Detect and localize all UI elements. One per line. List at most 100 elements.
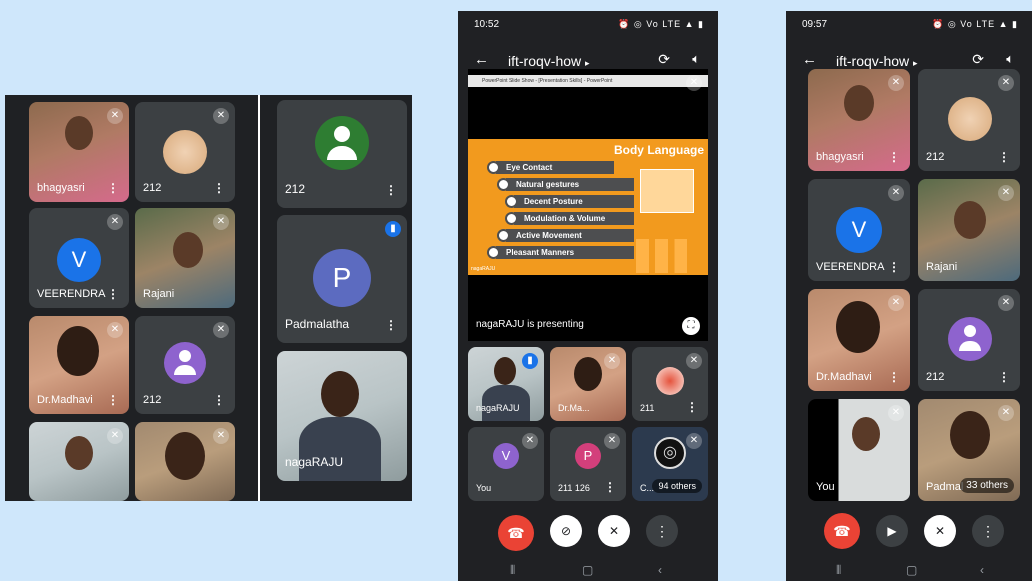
slide-item: Pleasant Manners bbox=[487, 246, 634, 259]
participant-tile[interactable]: nagaRAJU ▮ bbox=[468, 347, 544, 421]
presentation-view[interactable]: PowerPoint Slide Show - [Presentation Sk… bbox=[468, 69, 708, 341]
switch-camera-icon[interactable]: ⟳ bbox=[658, 51, 670, 68]
more-vert-icon: ⋮ bbox=[981, 523, 995, 539]
participant-avatar: V bbox=[57, 238, 101, 282]
bullet-icon bbox=[497, 229, 510, 242]
participant-tile[interactable]: 212 ⋮ ✕ bbox=[918, 289, 1020, 391]
speaker-icon[interactable]: 🔈︎ bbox=[692, 51, 700, 67]
more-vert-icon[interactable]: ⋮ bbox=[686, 401, 698, 413]
participant-photo bbox=[852, 417, 880, 451]
participant-tile[interactable]: P 211 126 ⋮ ✕ bbox=[550, 427, 626, 501]
back-arrow-icon[interactable]: ← bbox=[802, 51, 817, 68]
participant-tile[interactable]: 211 ⋮ ✕ bbox=[632, 347, 708, 421]
phone-screen-2: 09:57 ⏰ ◎ Vo LTE ▲ ▮ ← ift-roqv-how ▸ ⟳ … bbox=[786, 11, 1032, 581]
home-icon[interactable]: ▢ bbox=[582, 563, 593, 577]
nav-back-icon[interactable]: ‹ bbox=[980, 563, 984, 577]
participant-tile[interactable]: Padmal 33 others ✕ bbox=[918, 399, 1020, 501]
mic-off-button[interactable]: ✕ bbox=[924, 515, 956, 547]
fullscreen-icon[interactable]: ⛶ bbox=[682, 317, 700, 335]
participant-name: bhagyasri bbox=[816, 151, 864, 163]
others-count[interactable]: 94 others bbox=[652, 479, 702, 493]
participant-tile[interactable]: bhagyasri ⋮ ✕ bbox=[29, 102, 129, 202]
more-vert-icon[interactable]: ⋮ bbox=[385, 319, 397, 331]
participant-photo bbox=[844, 85, 874, 121]
more-vert-icon[interactable]: ⋮ bbox=[107, 394, 119, 406]
participant-name: Padmal bbox=[926, 481, 964, 493]
participant-photo bbox=[950, 411, 990, 459]
participant-tile[interactable]: ✕ bbox=[29, 422, 129, 501]
back-arrow-icon[interactable]: ← bbox=[474, 51, 489, 68]
more-vert-icon[interactable]: ⋮ bbox=[604, 481, 616, 493]
more-vert-icon[interactable]: ⋮ bbox=[888, 371, 900, 383]
more-vert-icon[interactable]: ⋮ bbox=[213, 394, 225, 406]
participant-tile[interactable]: V VEERENDRA ⋮ ✕ bbox=[29, 208, 129, 308]
participant-tile[interactable]: 212 ⋮ ✕ bbox=[135, 102, 235, 202]
participant-photo bbox=[836, 301, 880, 353]
slide-item: Decent Posture bbox=[505, 195, 634, 208]
camera-off-button[interactable]: ⊘ bbox=[550, 515, 582, 547]
presenting-icon: ▮ bbox=[522, 353, 538, 369]
participant-tile[interactable]: ◎ C... 94 others ✕ bbox=[632, 427, 708, 501]
meeting-code-text: ift-roqv-how bbox=[836, 53, 910, 69]
more-vert-icon[interactable]: ⋮ bbox=[385, 184, 397, 196]
others-count[interactable]: 33 others bbox=[960, 478, 1014, 493]
participant-tile[interactable]: Dr.Ma... ✕ bbox=[550, 347, 626, 421]
mic-off-icon: ✕ bbox=[604, 433, 620, 449]
mic-off-icon: ✕ bbox=[522, 433, 538, 449]
more-vert-icon[interactable]: ⋮ bbox=[888, 151, 900, 163]
participant-tile[interactable]: Rajani ✕ bbox=[918, 179, 1020, 281]
meeting-code[interactable]: ift-roqv-how ▸ bbox=[508, 53, 590, 69]
mic-off-icon: ✕ bbox=[107, 108, 123, 124]
mic-off-icon: ✕ bbox=[998, 295, 1014, 311]
participant-name: Padmalatha bbox=[285, 317, 350, 331]
end-call-button[interactable]: ☎ bbox=[824, 513, 860, 549]
more-vert-icon[interactable]: ⋮ bbox=[107, 288, 119, 300]
recent-apps-icon[interactable]: ⦀ bbox=[836, 563, 841, 578]
bullet-icon bbox=[487, 246, 500, 259]
participant-tile[interactable]: Rajani ✕ bbox=[135, 208, 235, 308]
participant-name: 212 bbox=[143, 394, 162, 406]
mic-off-button[interactable]: ✕ bbox=[598, 515, 630, 547]
slide-item: Eye Contact bbox=[487, 161, 614, 174]
more-vert-icon[interactable]: ⋮ bbox=[998, 371, 1010, 383]
more-options-button[interactable]: ⋮ bbox=[972, 515, 1004, 547]
more-options-button[interactable]: ⋮ bbox=[646, 515, 678, 547]
mic-off-icon: ✕ bbox=[686, 433, 702, 449]
obs-logo-icon: ◎ bbox=[654, 437, 686, 469]
more-vert-icon[interactable]: ⋮ bbox=[107, 182, 119, 194]
participant-name: Dr.Ma... bbox=[558, 403, 590, 413]
participant-tile[interactable]: Dr.Madhavi ⋮ ✕ bbox=[808, 289, 910, 391]
slide: Body Language Eye Contact Natural gestur… bbox=[468, 139, 708, 275]
nav-back-icon[interactable]: ‹ bbox=[658, 563, 662, 577]
participant-photo bbox=[954, 201, 986, 239]
mic-off-icon: ✕ bbox=[998, 185, 1014, 201]
participant-name: You bbox=[816, 481, 835, 493]
participant-tile[interactable]: Dr.Madhavi ⋮ ✕ bbox=[29, 316, 129, 414]
caret-right-icon: ▸ bbox=[913, 58, 918, 68]
speaker-icon[interactable]: 🔈︎ bbox=[1006, 51, 1014, 67]
meeting-code[interactable]: ift-roqv-how ▸ bbox=[836, 53, 918, 69]
participant-tile[interactable]: 212 ⋮ ✕ bbox=[135, 316, 235, 414]
participant-tile[interactable]: 212 ⋮ ✕ bbox=[918, 69, 1020, 171]
participant-tile[interactable]: nagaRAJU bbox=[277, 351, 407, 481]
switch-camera-icon[interactable]: ⟳ bbox=[972, 51, 984, 68]
home-icon[interactable]: ▢ bbox=[906, 563, 917, 577]
participant-tile[interactable]: P Padmalatha ⋮ ▮ bbox=[277, 215, 407, 343]
participant-tile[interactable]: 212 ⋮ bbox=[277, 100, 407, 208]
participant-tile[interactable]: V VEERENDRA ⋮ ✕ bbox=[808, 179, 910, 281]
participant-tile[interactable]: ✕ bbox=[135, 422, 235, 501]
more-vert-icon[interactable]: ⋮ bbox=[998, 151, 1010, 163]
more-vert-icon[interactable]: ⋮ bbox=[888, 261, 900, 273]
recent-apps-icon[interactable]: ⦀ bbox=[510, 563, 515, 578]
participant-tile[interactable]: bhagyasri ⋮ ✕ bbox=[808, 69, 910, 171]
mic-off-icon: ✕ bbox=[107, 214, 123, 230]
camera-button[interactable]: ▶ bbox=[876, 515, 908, 547]
participant-tile[interactable]: V You ✕ bbox=[468, 427, 544, 501]
participant-tile[interactable]: You ✕ bbox=[808, 399, 910, 501]
end-call-button[interactable]: ☎ bbox=[498, 515, 534, 551]
participant-name: Rajani bbox=[926, 261, 958, 273]
slide-item-text: Eye Contact bbox=[506, 163, 553, 172]
participant-avatar: P bbox=[313, 249, 371, 307]
more-vert-icon[interactable]: ⋮ bbox=[213, 182, 225, 194]
slide-item-text: Active Movement bbox=[516, 231, 582, 240]
